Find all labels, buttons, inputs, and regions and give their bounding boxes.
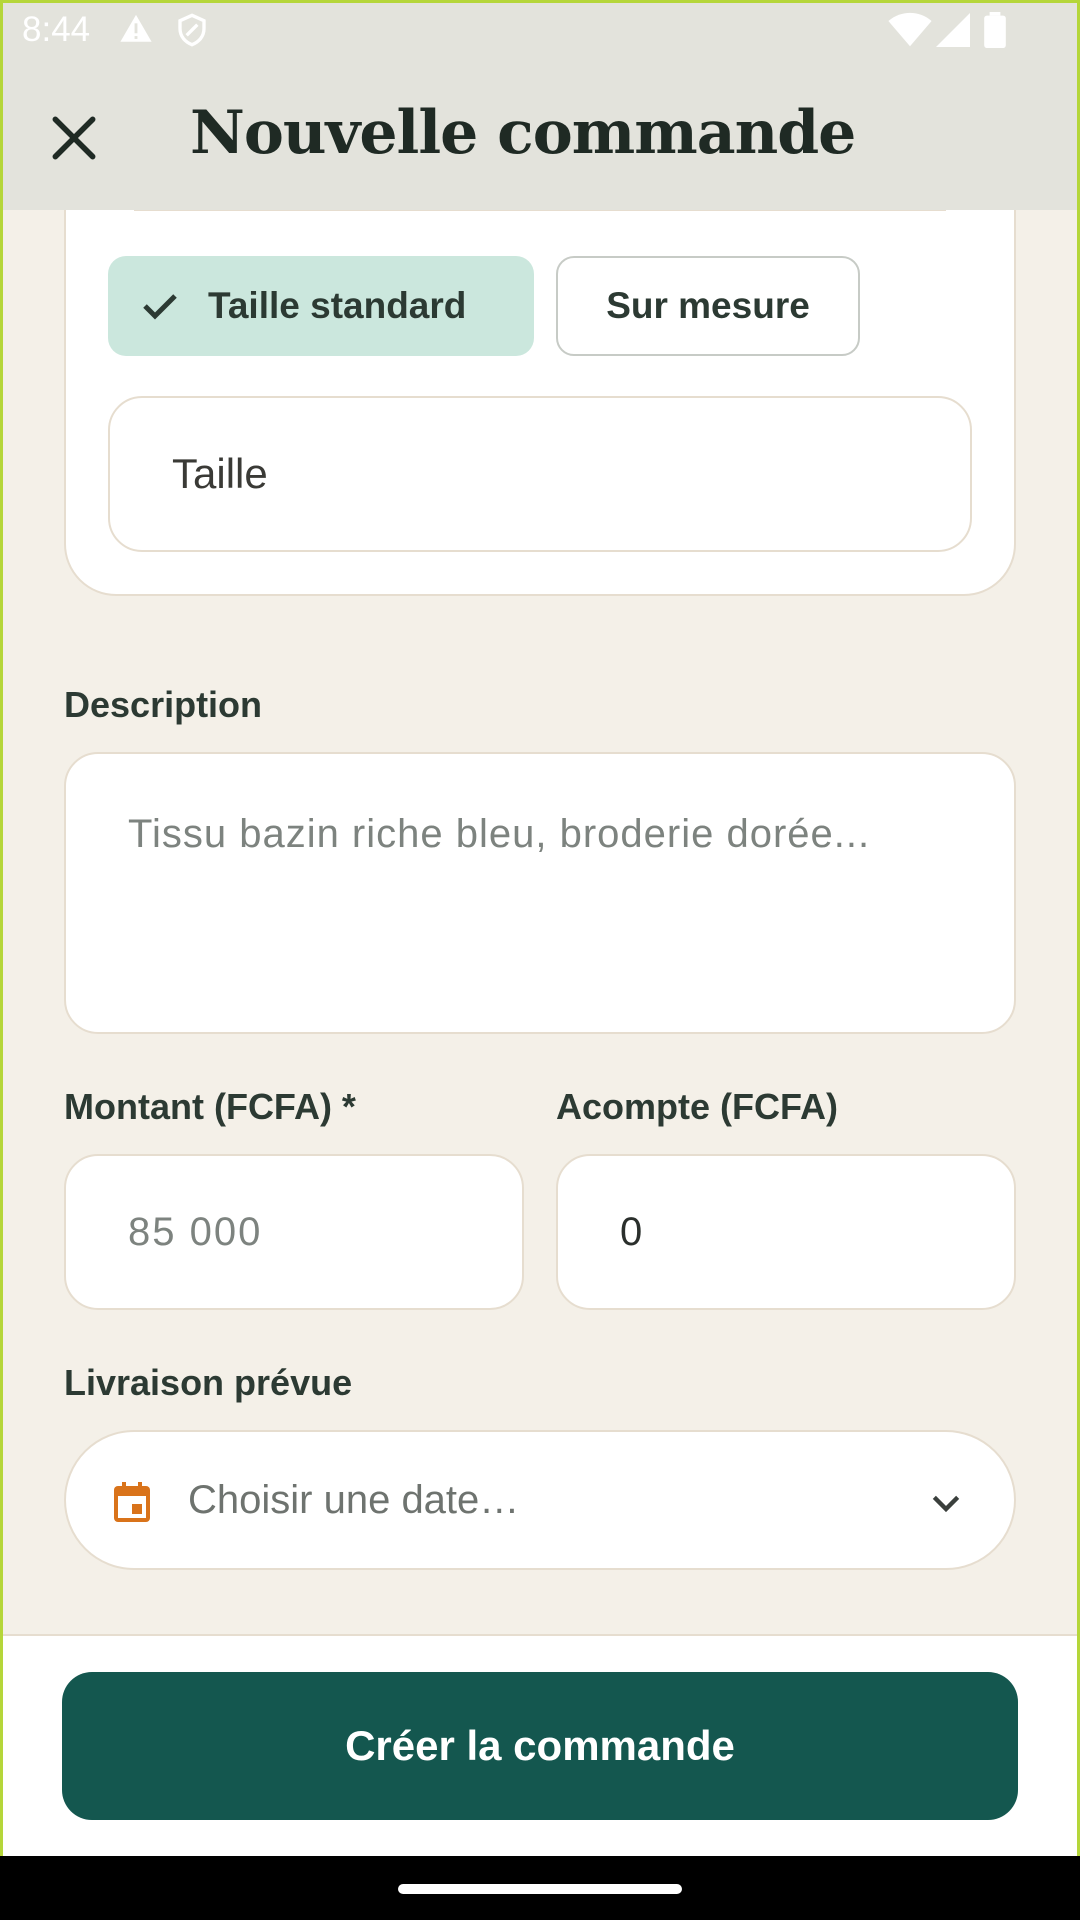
chip-custom-size[interactable]: Sur mesure <box>556 256 860 356</box>
calendar-icon <box>114 1482 150 1522</box>
size-input[interactable]: Taille <box>108 396 972 552</box>
amount-label: Montant (FCFA) * <box>64 1086 356 1127</box>
close-icon[interactable] <box>46 110 102 166</box>
status-time: 8:44 <box>22 10 91 49</box>
delivery-date-picker[interactable]: Choisir une date… <box>64 1430 1016 1570</box>
delivery-label: Livraison prévue <box>64 1362 353 1403</box>
chip-custom-label: Sur mesure <box>606 285 810 326</box>
deposit-input[interactable]: 0 <box>556 1154 1016 1310</box>
page-title: Nouvelle commande <box>190 98 856 168</box>
warning-icon <box>120 14 152 42</box>
create-order-button[interactable]: Créer la commande <box>62 1672 1018 1820</box>
amount-placeholder: 85 000 <box>128 1210 263 1254</box>
chip-standard-size[interactable]: Taille standard <box>108 256 534 356</box>
wifi-icon <box>888 12 932 47</box>
description-label: Description <box>64 684 263 725</box>
amount-input[interactable]: 85 000 <box>64 1154 524 1310</box>
description-placeholder: Tissu bazin riche bleu, broderie dorée..… <box>128 812 871 856</box>
deposit-label: Acompte (FCFA) <box>556 1086 838 1127</box>
create-order-label: Créer la commande <box>345 1722 735 1769</box>
home-handle[interactable] <box>398 1884 682 1894</box>
status-bar: 8:44 <box>0 0 1080 62</box>
size-input-placeholder: Taille <box>172 450 268 497</box>
deposit-value: 0 <box>620 1210 643 1254</box>
shield-icon <box>178 13 206 47</box>
chevron-down-icon <box>932 1495 960 1513</box>
chip-standard-label: Taille standard <box>208 285 467 326</box>
signal-icon <box>936 13 970 47</box>
battery-icon <box>984 12 1006 48</box>
delivery-date-placeholder: Choisir une date… <box>188 1478 520 1522</box>
description-input[interactable]: Tissu bazin riche bleu, broderie dorée..… <box>64 752 1016 1034</box>
check-icon <box>143 294 177 320</box>
